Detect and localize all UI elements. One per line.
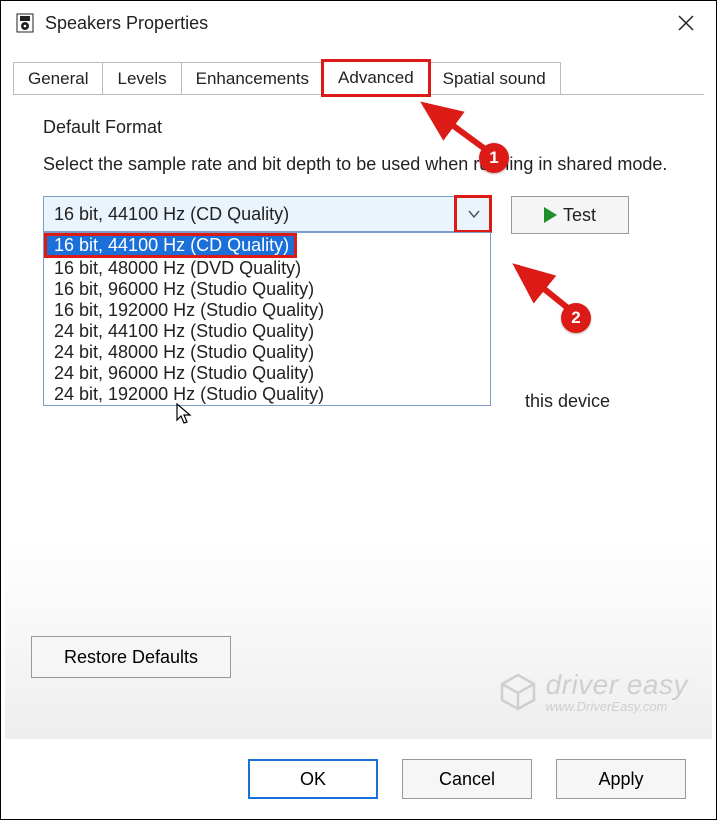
play-icon xyxy=(544,207,557,223)
tab-levels[interactable]: Levels xyxy=(102,62,181,95)
tab-advanced[interactable]: Advanced xyxy=(323,61,429,95)
combo-dropdown-button[interactable] xyxy=(456,197,490,231)
exclusive-mode-text-fragment: this device xyxy=(525,391,610,412)
advanced-pane: Default Format Select the sample rate an… xyxy=(1,95,716,655)
default-format-combo[interactable]: 16 bit, 44100 Hz (CD Quality) 16 bit, 44… xyxy=(43,196,491,232)
default-format-label: Default Format xyxy=(43,117,686,138)
watermark: driver easy www.DriverEasy.com xyxy=(498,669,688,714)
test-button-label: Test xyxy=(563,205,596,226)
tab-strip: General Levels Enhancements Advanced Spa… xyxy=(13,57,704,95)
mouse-cursor-icon xyxy=(176,403,194,430)
tab-general[interactable]: General xyxy=(13,62,103,95)
test-button[interactable]: Test xyxy=(511,196,629,234)
dialog-button-bar: OK Cancel Apply xyxy=(1,759,716,799)
title-bar: Speakers Properties xyxy=(1,1,716,45)
ok-button[interactable]: OK xyxy=(248,759,378,799)
close-button[interactable] xyxy=(656,1,716,45)
annotation-badge-1: 1 xyxy=(479,143,509,173)
cancel-button[interactable]: Cancel xyxy=(402,759,532,799)
watermark-url: www.DriverEasy.com xyxy=(546,699,688,714)
default-format-help: Select the sample rate and bit depth to … xyxy=(43,152,686,176)
watermark-title: driver easy xyxy=(546,669,688,701)
combo-dropdown-list: 16 bit, 44100 Hz (CD Quality) 16 bit, 48… xyxy=(43,232,491,406)
combo-option[interactable]: 16 bit, 44100 Hz (CD Quality) xyxy=(44,233,297,258)
combo-selected-value: 16 bit, 44100 Hz (CD Quality) xyxy=(44,204,456,225)
tab-enhancements[interactable]: Enhancements xyxy=(181,62,324,95)
apply-button[interactable]: Apply xyxy=(556,759,686,799)
speaker-icon xyxy=(15,13,35,33)
tab-spatial-sound[interactable]: Spatial sound xyxy=(428,62,561,95)
window-title: Speakers Properties xyxy=(45,13,208,34)
annotation-badge-2: 2 xyxy=(561,303,591,333)
cube-icon xyxy=(498,672,538,712)
restore-defaults-button[interactable]: Restore Defaults xyxy=(31,636,231,678)
